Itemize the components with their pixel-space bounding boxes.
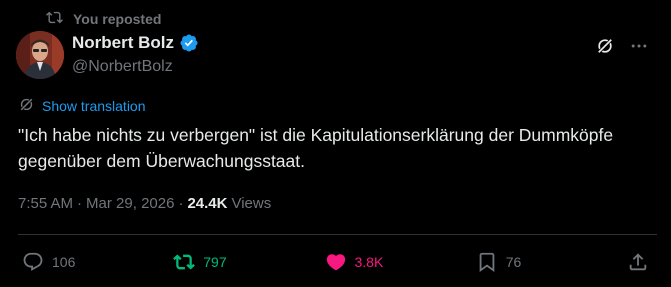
reply-button[interactable]: 106 [22, 251, 82, 273]
like-count: 3.8K [354, 254, 384, 270]
views-count: 24.4K [187, 195, 228, 212]
bookmark-icon [476, 251, 498, 273]
repost-banner-text: You reposted [73, 11, 162, 27]
divider [18, 234, 657, 235]
avatar[interactable] [16, 31, 64, 79]
meta-separator: · [77, 195, 83, 212]
tweet-action-bar: 106 797 3.8K 76 [22, 251, 649, 273]
show-translation-label[interactable]: Show translation [42, 98, 146, 114]
author-handle[interactable]: @NorbertBolz [72, 58, 173, 76]
translate-icon [18, 96, 35, 116]
repost-banner: You reposted [46, 9, 161, 29]
share-button[interactable] [627, 251, 649, 273]
reply-count: 106 [52, 254, 76, 270]
author-display-name[interactable]: Norbert Bolz [72, 33, 174, 53]
share-icon [627, 251, 649, 273]
author-name-row[interactable]: Norbert Bolz [72, 33, 199, 53]
repost-icon [173, 251, 196, 273]
like-button[interactable]: 3.8K [325, 251, 385, 273]
tweet-meta: 7:55 AM · Mar 29, 2026 · 24.4K Views [18, 195, 271, 212]
bookmark-button[interactable]: 76 [476, 251, 536, 273]
tweet-date[interactable]: Mar 29, 2026 [86, 195, 174, 212]
meta-separator: · [178, 195, 184, 212]
repost-button[interactable]: 797 [173, 251, 233, 273]
bookmark-count: 76 [505, 254, 522, 270]
reply-icon [22, 251, 44, 273]
heart-icon [325, 251, 347, 273]
tweet-text: "Ich habe nichts zu verbergen" ist die K… [18, 125, 614, 171]
more-options-icon[interactable] [629, 36, 649, 56]
repost-icon [46, 9, 63, 29]
views-label: Views [231, 195, 272, 212]
tweet-top-actions [595, 36, 649, 56]
show-translation-link[interactable]: Show translation [18, 96, 146, 116]
repost-count: 797 [203, 254, 227, 270]
grok-icon[interactable] [595, 36, 615, 56]
verified-badge-icon[interactable] [179, 33, 199, 53]
tweet-time[interactable]: 7:55 AM [18, 195, 73, 212]
